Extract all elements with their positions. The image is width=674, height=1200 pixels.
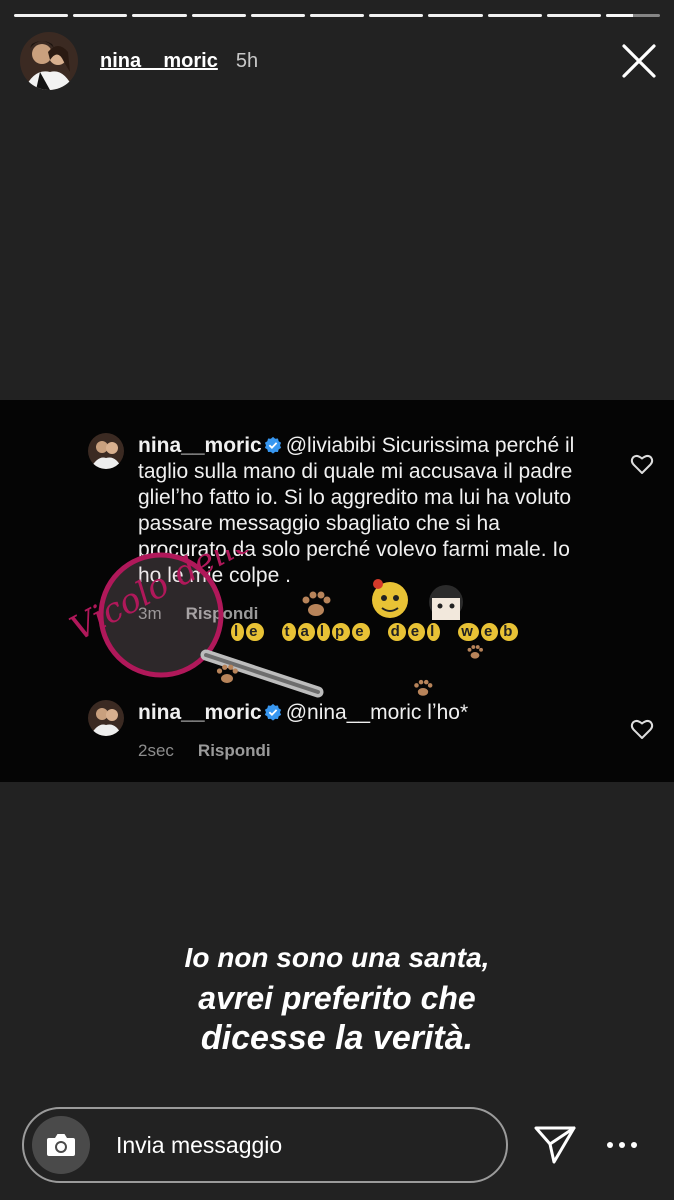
comment-screenshot: nina__moric @liviabibi Sicurissima perché… <box>0 400 674 782</box>
reply-button[interactable]: Rispondi <box>186 604 259 623</box>
progress-segment <box>132 14 187 17</box>
verified-badge-icon <box>264 436 281 454</box>
verified-badge-icon <box>264 703 281 721</box>
progress-segment <box>428 14 483 17</box>
story-time: 5h <box>235 49 259 72</box>
progress-segment <box>73 14 128 17</box>
progress-segment <box>191 14 246 17</box>
paw-icon <box>216 664 238 683</box>
paw-icon <box>414 679 433 696</box>
comment-avatar <box>88 433 124 469</box>
message-placeholder: Invia messaggio <box>116 1131 283 1158</box>
progress-segment <box>309 14 365 17</box>
heart-icon[interactable] <box>630 453 654 475</box>
comment-text: lʼho* <box>421 701 469 724</box>
camera-button[interactable] <box>32 1116 90 1174</box>
comment-username[interactable]: nina__moric <box>138 434 262 457</box>
comment-time: 2sec <box>138 741 174 760</box>
story-progress-bar <box>14 14 661 18</box>
comment-mention[interactable]: @nina__moric <box>286 701 422 724</box>
message-input[interactable]: Invia messaggio <box>22 1107 508 1183</box>
paw-icon <box>467 645 483 659</box>
story-header: nina__moric 5h <box>20 32 658 90</box>
caption-line: dicesse la verità. <box>200 1019 474 1057</box>
story-caption: Io non sono una santa, avrei preferito c… <box>0 938 674 1058</box>
story-username[interactable]: nina__moric <box>100 50 218 73</box>
caption-line: avrei preferito che <box>198 980 476 1016</box>
comment-avatar <box>88 700 124 736</box>
caption-line: Io non sono una santa, <box>184 942 490 973</box>
camera-icon <box>47 1134 75 1156</box>
progress-segment <box>546 14 601 17</box>
comment-mention[interactable]: @liviabibi <box>286 434 376 457</box>
send-icon[interactable] <box>532 1124 578 1166</box>
progress-segment <box>14 14 69 17</box>
comment-username[interactable]: nina__moric <box>138 701 262 724</box>
progress-segment <box>369 14 424 17</box>
heart-icon[interactable] <box>630 718 654 740</box>
comment-time: 3m <box>138 604 162 623</box>
close-icon[interactable] <box>620 42 658 80</box>
profile-avatar[interactable] <box>20 32 78 90</box>
more-options-icon[interactable] <box>604 1133 640 1157</box>
progress-segment <box>605 14 661 17</box>
reply-button[interactable]: Rispondi <box>198 741 271 760</box>
progress-segment <box>487 14 542 17</box>
progress-segment <box>250 14 305 17</box>
